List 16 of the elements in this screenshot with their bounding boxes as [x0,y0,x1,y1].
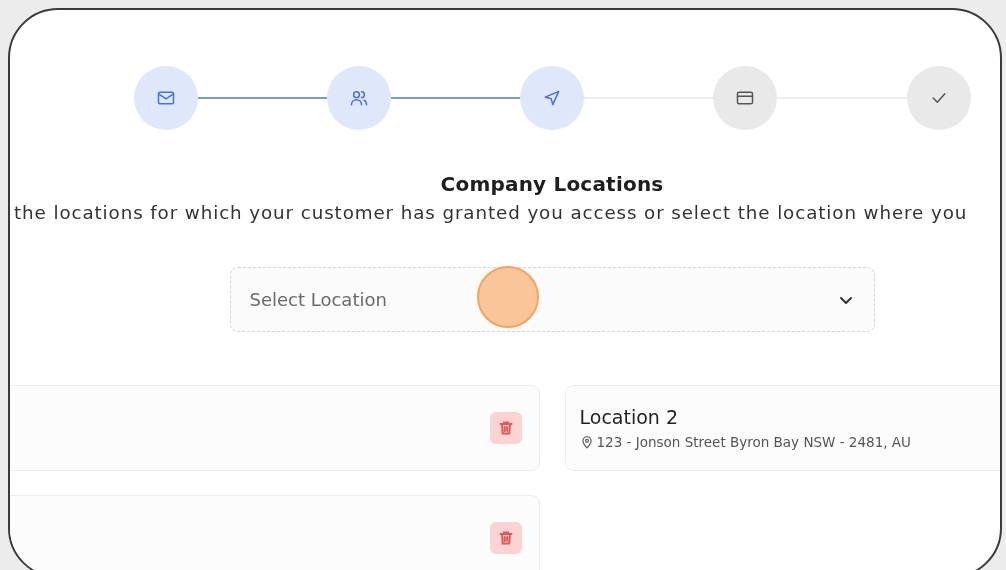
trash-icon [497,530,514,546]
send-icon [542,88,562,108]
users-icon [348,88,369,108]
select-placeholder: Select Location [249,289,387,310]
trash-icon [497,420,514,436]
location-name: Location 2 [579,406,679,428]
credit-card-icon [735,88,756,108]
envelope-icon [155,88,176,108]
delete-button[interactable] [489,522,522,554]
location-address: 123 - Jonson Street Byron Bay NSW - 2481, AU [596,434,911,450]
delete-button[interactable] [489,412,522,444]
touch-indicator [476,266,539,328]
section-description: the locations for which your customer has granted you access or select the location where you [14,202,968,223]
section-title: Company Locations [440,172,664,196]
location-pin-icon [579,435,594,449]
location-select[interactable]: Select Location [229,267,875,332]
